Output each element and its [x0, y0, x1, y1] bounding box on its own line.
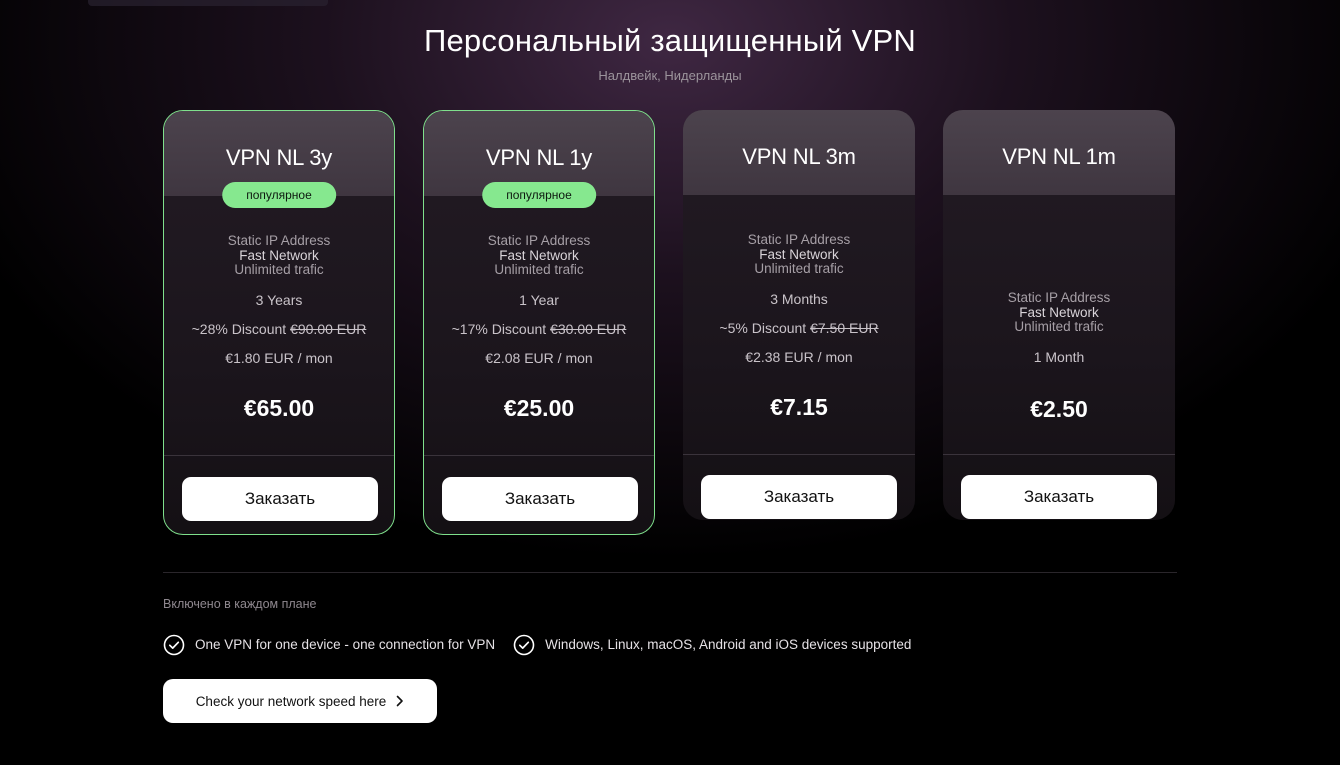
section-divider [163, 572, 1177, 573]
check-speed-label: Check your network speed here [195, 693, 387, 709]
popular-badge: популярное [222, 182, 336, 208]
feature-fast-network: Fast Network [759, 246, 839, 262]
feature-fast-network: Fast Network [239, 247, 319, 263]
card-divider [943, 454, 1175, 455]
pricing-cards: VPN NL 3y популярное Static IP Address F… [163, 110, 1177, 540]
plan-name: VPN NL 3m [742, 144, 856, 169]
page-header: Персональный защищенный VPN Налдвейк, Ни… [0, 22, 1340, 84]
check-speed-button[interactable]: Check your network speed here [163, 679, 437, 723]
feature-unlimited-traffic: Unlimited trafic [1014, 319, 1104, 334]
old-price: €90.00 EUR [290, 320, 367, 337]
page-subtitle-location: Налдвейк, Нидерланды [598, 68, 742, 83]
order-button[interactable]: Заказать [442, 477, 638, 521]
plan-name: VPN NL 3y [225, 145, 333, 170]
plan-discount: ~28% Discount €90.00 EUR [164, 321, 394, 338]
plan-card-header: VPN NL 1m [943, 110, 1175, 195]
discount-percent: ~5% Discount [719, 319, 807, 336]
included-item-text: One VPN for one device - one connection … [195, 637, 496, 652]
plan-discount: ~5% Discount €7.50 EUR [683, 320, 915, 337]
feature-fast-network: Fast Network [499, 247, 579, 263]
card-divider [683, 454, 915, 455]
feature-unlimited-traffic: Unlimited trafic [754, 261, 844, 276]
top-bar-edge [88, 0, 328, 6]
plan-card-header: VPN NL 3y популярное [164, 111, 394, 208]
check-circle-icon [513, 634, 535, 656]
popular-badge: популярное [482, 182, 596, 208]
included-features-list: One VPN for one device - one connection … [163, 634, 929, 656]
discount-percent: ~17% Discount [451, 320, 547, 337]
plan-period: 3 Months [770, 290, 828, 307]
plan-price: €25.00 [503, 394, 575, 421]
page-title: Персональный защищенный VPN [423, 23, 917, 58]
plan-features: Static IP Address Fast Network Unlimited… [164, 233, 394, 278]
order-button[interactable]: Заказать [961, 475, 1157, 519]
plan-card-3y: VPN NL 3y популярное Static IP Address F… [163, 110, 395, 535]
plan-card-1y: VPN NL 1y популярное Static IP Address F… [423, 110, 655, 535]
feature-fast-network: Fast Network [1019, 304, 1099, 320]
plan-discount: ~17% Discount €30.00 EUR [424, 321, 654, 338]
order-button[interactable]: Заказать [701, 475, 897, 519]
feature-static-ip: Static IP Address [487, 233, 591, 248]
included-item: Windows, Linux, macOS, Android and iOS d… [513, 634, 911, 656]
included-section-label: Включено в каждом плане [163, 597, 317, 611]
old-price: €7.50 EUR [810, 319, 879, 336]
plan-name: VPN NL 1m [1002, 144, 1116, 169]
plan-period: 3 Years [255, 291, 303, 308]
card-divider [164, 455, 394, 456]
plan-card-1m: VPN NL 1m Static IP Address Fast Network… [943, 110, 1175, 520]
card-divider [424, 455, 654, 456]
plan-name: VPN NL 1y [485, 145, 593, 170]
feature-static-ip: Static IP Address [747, 232, 851, 247]
plan-card-header: VPN NL 3m [683, 110, 915, 195]
price-per-month: €1.80 EUR / mon [225, 349, 333, 366]
included-item: One VPN for one device - one connection … [163, 634, 495, 656]
chevron-right-icon [396, 695, 404, 707]
plan-price: €2.50 [1030, 395, 1088, 422]
old-price: €30.00 EUR [550, 320, 627, 337]
price-per-month: €2.38 EUR / mon [745, 348, 853, 365]
price-per-month: €2.08 EUR / mon [485, 349, 593, 366]
included-item-text: Windows, Linux, macOS, Android and iOS d… [545, 637, 912, 652]
plan-price: €7.15 [770, 393, 828, 420]
feature-static-ip: Static IP Address [1007, 290, 1111, 305]
discount-percent: ~28% Discount [191, 320, 287, 337]
feature-unlimited-traffic: Unlimited trafic [234, 262, 324, 277]
plan-features: Static IP Address Fast Network Unlimited… [424, 233, 654, 278]
plan-price: €65.00 [243, 394, 315, 421]
plan-features: Static IP Address Fast Network Unlimited… [683, 232, 915, 277]
plan-period: 1 Month [1033, 348, 1085, 365]
plan-card-header: VPN NL 1y популярное [424, 111, 654, 208]
feature-static-ip: Static IP Address [227, 233, 331, 248]
plan-features: Static IP Address Fast Network Unlimited… [943, 290, 1175, 335]
plan-period: 1 Year [519, 291, 559, 308]
order-button[interactable]: Заказать [182, 477, 378, 521]
plan-card-3m: VPN NL 3m Static IP Address Fast Network… [683, 110, 915, 520]
check-circle-icon [163, 634, 185, 656]
feature-unlimited-traffic: Unlimited trafic [494, 262, 584, 277]
